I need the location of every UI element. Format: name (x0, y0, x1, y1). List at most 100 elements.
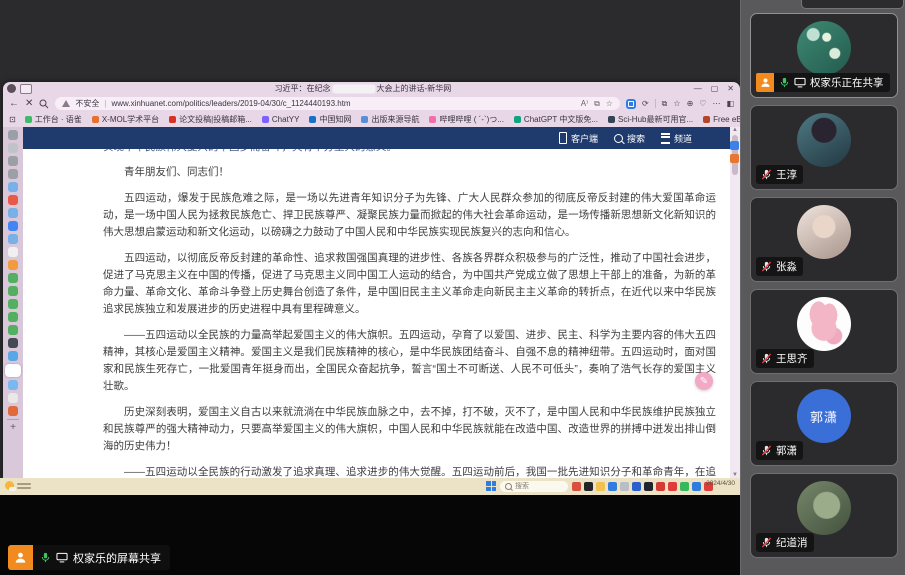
vertical-tab-strip[interactable]: + (3, 127, 23, 478)
vertical-tab-favicon[interactable] (8, 325, 18, 335)
vertical-tab-favicon[interactable] (8, 299, 18, 309)
vertical-tab-favicon[interactable] (8, 286, 18, 296)
participant-tile[interactable]: 权家乐正在共享 (750, 13, 898, 98)
participant-name: 张淼 (776, 259, 797, 274)
nav-search[interactable]: 搜索 (614, 132, 645, 145)
minimize-button[interactable]: — (694, 84, 702, 93)
participant-tile[interactable]: 张淼 (750, 197, 898, 282)
active-tab[interactable] (5, 364, 21, 377)
favicon (703, 116, 710, 123)
browser-essentials-icon[interactable]: ♡ (699, 99, 706, 108)
bookmark-item[interactable]: ChatGPT 中文版免... (514, 114, 598, 125)
taskbar-app-icon[interactable] (608, 482, 617, 491)
taskbar-clock[interactable]: 2024/4/30 (706, 480, 735, 487)
vertical-tab-favicon[interactable] (8, 393, 18, 403)
close-button[interactable]: ✕ (727, 84, 734, 93)
screen-share-icon (56, 552, 68, 564)
taskbar-weather-widget[interactable] (5, 481, 31, 490)
vertical-tab-favicon[interactable] (8, 247, 18, 257)
vertical-tab-favicon[interactable] (8, 208, 18, 218)
translate-icon[interactable]: ⧉ (594, 99, 600, 109)
participant-tile[interactable]: 纪道消 (750, 473, 898, 558)
participant-name: 纪道消 (776, 535, 808, 550)
bookmark-item[interactable]: Sci-Hub最新可用官... (608, 114, 693, 125)
extension-refresh-icon[interactable]: ⟳ (642, 99, 649, 108)
paragraph: 青年朋友们、同志们！ (103, 164, 716, 181)
vertical-tab-favicon[interactable] (8, 130, 18, 140)
participant-name: 王淳 (776, 167, 797, 182)
vertical-tab-favicon[interactable] (8, 338, 18, 348)
vertical-tab-favicon[interactable] (8, 260, 18, 270)
participant-label: 张淼 (756, 257, 803, 276)
stop-button[interactable]: ✕ (25, 99, 33, 109)
page-scrollbar[interactable]: ▲ ▼ (730, 127, 740, 478)
back-button[interactable]: ← (9, 99, 19, 109)
collections-icon[interactable]: ⊕ (687, 99, 694, 108)
bookmarks-panel-icon[interactable]: ⊡ (9, 115, 16, 124)
bookmark-item[interactable]: 论文投稿|投稿邮箱... (169, 114, 252, 125)
taskbar-app-icon[interactable] (692, 482, 701, 491)
bookmark-item[interactable]: ChatYY (262, 114, 300, 125)
nav-channels[interactable]: 频道 (661, 132, 692, 145)
participant-tile[interactable]: 王思齐 (750, 289, 898, 374)
vertical-tab-favicon[interactable] (8, 406, 18, 416)
favicon (514, 116, 521, 123)
nav-client-app[interactable]: 客户端 (559, 132, 598, 145)
taskbar-app-icon[interactable] (620, 482, 629, 491)
sidebar-app-icon[interactable] (730, 141, 739, 150)
participant-name: 郭潇 (776, 443, 797, 458)
vertical-tab-favicon[interactable] (8, 169, 18, 179)
bookmark-item[interactable]: 工作台 · 语雀 (25, 114, 82, 125)
taskbar-app-icon[interactable] (644, 482, 653, 491)
bookmark-item[interactable]: X-MOL学术平台 (92, 114, 159, 125)
not-secure-icon (62, 100, 70, 107)
vertical-tab-favicon[interactable] (8, 182, 18, 192)
sidebar-panel-icon[interactable]: ◧ (726, 99, 734, 108)
participant-tile[interactable]: 王淳 (750, 105, 898, 190)
new-tab-button[interactable]: + (10, 423, 16, 433)
read-aloud-icon[interactable]: A⁾ (581, 99, 588, 109)
tab-preview-icon[interactable] (20, 84, 32, 94)
participant-avatar (797, 21, 851, 75)
bookmark-item[interactable]: 出版来源导航 (361, 114, 419, 125)
taskbar-app-icon[interactable] (584, 482, 593, 491)
vertical-tab-favicon[interactable] (8, 143, 18, 153)
vertical-tab-favicon[interactable] (8, 380, 18, 390)
extension-badge-icon[interactable] (626, 99, 636, 109)
taskbar-app-icon[interactable] (596, 482, 605, 491)
taskbar-app-icon[interactable] (668, 482, 677, 491)
scroll-up-arrow[interactable]: ▲ (730, 127, 740, 133)
search-icon[interactable] (39, 99, 49, 109)
taskbar-app-icon[interactable] (572, 482, 581, 491)
start-button[interactable] (486, 481, 496, 491)
vertical-tab-favicon[interactable] (8, 156, 18, 166)
sidebar-app-icon[interactable] (730, 154, 739, 163)
taskbar-search[interactable]: 搜索 (500, 481, 568, 492)
address-bar[interactable]: 不安全 | www.xinhuanet.com/politics/leaders… (55, 97, 620, 110)
more-menu-icon[interactable]: ⋯ (712, 99, 720, 108)
vertical-tab-favicon[interactable] (8, 351, 18, 361)
participant-tile[interactable]: 郭潇郭潇 (750, 381, 898, 466)
vertical-tab-favicon[interactable] (8, 312, 18, 322)
participant-tile-partial[interactable] (801, 0, 904, 9)
split-screen-icon[interactable]: ⧉ (662, 99, 668, 109)
participant-avatar (797, 297, 851, 351)
bookmark-item[interactable]: Free eBooks | Proje... (703, 114, 740, 125)
vertical-tab-favicon[interactable] (8, 273, 18, 283)
bookmark-item[interactable]: 哔哩哔哩 ( ´-`)つ... (429, 114, 503, 125)
vertical-tab-favicon[interactable] (8, 195, 18, 205)
taskbar-app-icon[interactable] (656, 482, 665, 491)
browser-window: 习近平：在纪念大会上的讲话-新华网 — ▢ ✕ ← ✕ 不安全 | www.xi… (3, 82, 740, 478)
bookmark-item[interactable]: 中国知网 (309, 114, 351, 125)
vertical-tab-favicon[interactable] (8, 221, 18, 231)
sidebar-mini-icons[interactable] (730, 141, 739, 163)
taskbar-app-icon[interactable] (632, 482, 641, 491)
profile-avatar-icon[interactable] (7, 84, 16, 93)
favorite-star-icon[interactable]: ☆ (606, 99, 613, 109)
floating-assistant-button[interactable]: ✎ (695, 372, 713, 390)
favorites-icon[interactable]: ☆ (673, 99, 680, 108)
vertical-tab-favicon[interactable] (8, 234, 18, 244)
mic-muted-icon (760, 445, 772, 457)
maximize-button[interactable]: ▢ (711, 84, 719, 93)
taskbar-app-icon[interactable] (680, 482, 689, 491)
